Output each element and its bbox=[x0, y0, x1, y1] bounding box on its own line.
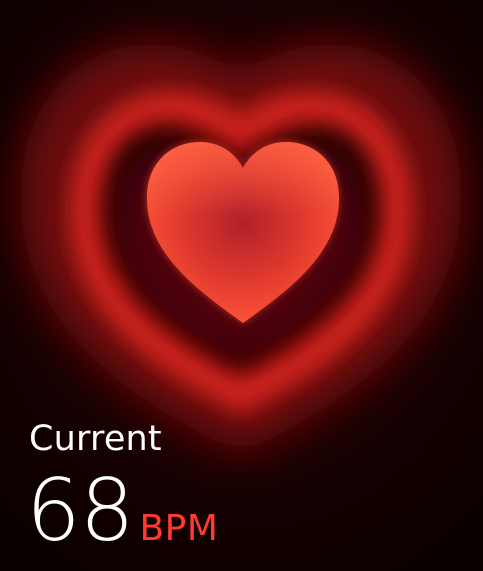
heart-rate-unit: BPM bbox=[139, 508, 219, 549]
heart-rate-readout: 68 BPM bbox=[26, 463, 218, 563]
current-label: Current bbox=[29, 419, 162, 459]
heart-rate-screen: Current 68 BPM bbox=[0, 0, 483, 571]
heart-rate-value: 68 bbox=[26, 461, 134, 561]
